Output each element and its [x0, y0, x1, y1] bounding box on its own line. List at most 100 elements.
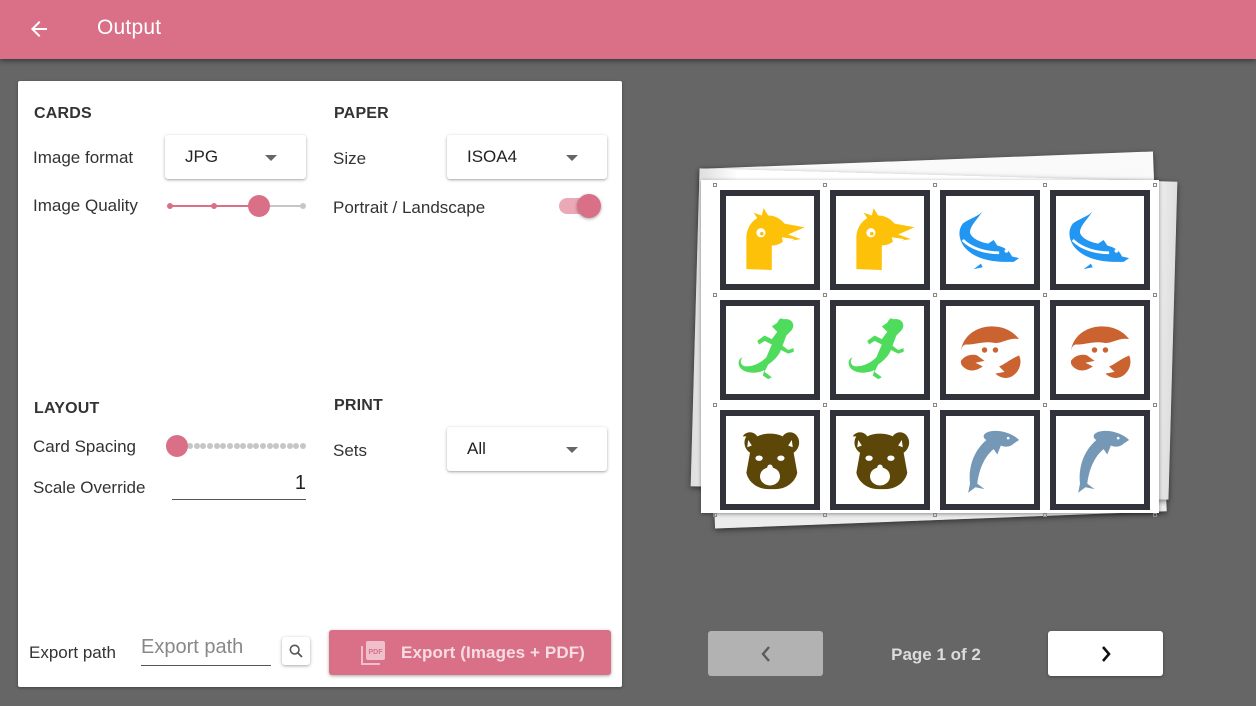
sets-label: Sets [333, 441, 368, 460]
crop-mark [1043, 403, 1047, 407]
scale-override-label: Scale Override [33, 478, 146, 497]
slider-tick [167, 203, 173, 209]
export-button-label: Export (Images + PDF) [401, 643, 585, 662]
app-bar: Output [0, 0, 1256, 59]
crop-mark [713, 403, 717, 407]
image-format-dropdown[interactable]: JPG [165, 135, 306, 179]
image-format-label: Image format [33, 148, 134, 167]
preview-card [720, 410, 820, 510]
slider-tick [293, 443, 300, 449]
slider-tick [193, 443, 200, 449]
dropdown-caret-icon [265, 155, 277, 161]
crop-mark [1043, 513, 1047, 517]
paper-section-title: PAPER [334, 105, 389, 122]
dropdown-caret-icon [566, 155, 578, 161]
export-path-input[interactable] [141, 636, 271, 659]
bird-icon [856, 208, 915, 270]
slider-thumb[interactable] [247, 195, 270, 217]
slider-tick [300, 443, 306, 449]
preview-sheet [701, 180, 1159, 517]
image-quality-label: Image Quality [33, 196, 138, 215]
crop-mark [1153, 183, 1157, 187]
scale-override-value: 1 [294, 472, 306, 494]
crop-mark [933, 403, 937, 407]
slider-tick [246, 443, 253, 449]
svg-text:PDF: PDF [369, 649, 384, 656]
crop-mark [1153, 403, 1157, 407]
sets-value: All [467, 439, 486, 458]
next-page-button[interactable] [1048, 631, 1163, 676]
slider-tick [211, 203, 218, 209]
chevron-left-icon [760, 645, 770, 662]
image-quality-slider[interactable] [167, 194, 306, 218]
dolphin-icon [1078, 430, 1130, 493]
preview-card [940, 190, 1040, 290]
crop-mark [823, 513, 827, 517]
paper-size-value: ISOA4 [467, 147, 518, 166]
crop-mark [1153, 513, 1157, 517]
print-section-title: PRINT [334, 397, 383, 414]
slider-tick [260, 443, 267, 449]
slider-tick [233, 443, 240, 449]
crab-icon [1070, 326, 1131, 378]
layout-section-title: LAYOUT [34, 400, 100, 417]
slider-tick [200, 443, 207, 449]
crop-mark [713, 513, 717, 517]
size-label: Size [333, 149, 367, 168]
bear-icon [742, 432, 800, 490]
chevron-right-icon [1101, 645, 1111, 662]
slider-tick [213, 443, 220, 449]
preview-card [940, 300, 1040, 400]
page-indicator: Page 1 of 2 [891, 645, 981, 664]
bird-icon [746, 208, 805, 270]
crop-mark [933, 183, 937, 187]
slider-tick [280, 443, 287, 449]
preview-card [830, 190, 930, 290]
slider-tick [220, 443, 227, 449]
cards-section-title: CARDS [34, 105, 92, 122]
crop-mark [713, 183, 717, 187]
search-icon [289, 644, 303, 658]
bear-icon [852, 432, 910, 490]
fish-icon [1069, 210, 1130, 270]
preview-card [1050, 190, 1150, 290]
page-preview [683, 151, 1188, 540]
slider-tick [300, 203, 306, 209]
dolphin-icon [968, 430, 1020, 493]
preview-card [940, 410, 1040, 510]
previous-page-button[interactable] [708, 631, 823, 676]
paper-size-dropdown[interactable]: ISOA4 [447, 135, 607, 179]
crop-mark [933, 293, 937, 297]
slider-tick [240, 443, 247, 449]
preview-card [720, 300, 820, 400]
slider-tick [186, 443, 193, 449]
pdf-icon: PDF [361, 641, 385, 665]
orientation-label: Portrait / Landscape [333, 198, 486, 217]
gecko-icon [848, 318, 904, 380]
crop-mark [1153, 293, 1157, 297]
slider-tick [226, 443, 233, 449]
slider-tick [286, 443, 293, 449]
export-button[interactable]: PDF Export (Images + PDF) [329, 630, 611, 675]
slider-tick [266, 443, 273, 449]
slider-tick [273, 443, 280, 449]
arrow-left-icon [31, 21, 47, 37]
settings-panel: CARDS Image format JPG Image Quality PAP… [18, 81, 622, 687]
browse-path-button[interactable] [282, 637, 310, 665]
card-spacing-slider[interactable] [165, 434, 306, 458]
preview-card [1050, 300, 1150, 400]
export-path-label: Export path [29, 643, 116, 662]
scale-override-input[interactable]: 1 [172, 472, 306, 500]
slider-tick [253, 443, 260, 449]
fish-icon [959, 210, 1020, 270]
preview-card [1050, 410, 1150, 510]
dropdown-caret-icon [566, 447, 578, 453]
crop-mark [823, 403, 827, 407]
orientation-toggle[interactable] [559, 194, 601, 218]
back-button[interactable] [24, 14, 54, 44]
slider-tick [206, 443, 213, 449]
crop-mark [713, 293, 717, 297]
export-path-field[interactable] [141, 636, 271, 666]
sets-dropdown[interactable]: All [447, 427, 607, 471]
slider-thumb[interactable] [165, 435, 188, 457]
